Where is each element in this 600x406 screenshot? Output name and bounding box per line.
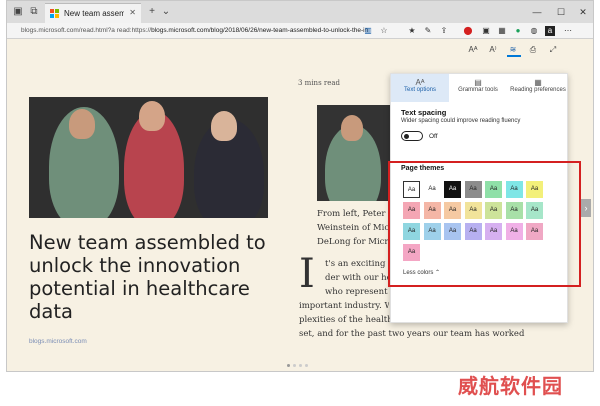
highlight-box (388, 161, 581, 287)
body-line: who represent so (325, 287, 389, 297)
tab-label: Grammar tools (458, 87, 498, 93)
article-photo (29, 97, 268, 218)
extension-page-icon[interactable]: ▦ (497, 26, 507, 36)
settings-more-icon[interactable]: ⋯ (563, 26, 573, 36)
caption-line: From left, Peter Le (317, 209, 397, 219)
fullscreen-icon[interactable]: ⤢ (547, 44, 559, 56)
tab-list-chevron-icon[interactable]: ⌄ (159, 5, 173, 19)
browser-tab[interactable]: New team assembled to unlock ✕ (45, 3, 141, 23)
tab-label: Reading preferences (510, 87, 566, 93)
pen-icon[interactable]: ✎ (423, 26, 433, 36)
toggle-knob (404, 133, 409, 139)
back-tabs-icon[interactable]: ⧉ (27, 5, 41, 19)
close-tab-icon[interactable]: ✕ (129, 8, 136, 17)
body-line: t's an exciting tim (325, 259, 389, 269)
tab-label: Text options (403, 87, 437, 93)
page-indicator (287, 354, 311, 371)
article-headline: New team assembled to unlock the innovat… (29, 231, 266, 323)
read-label: read:https:// (116, 27, 152, 34)
tab-title: New team assembled to unlock (64, 9, 124, 18)
minimize-icon[interactable]: — (527, 5, 547, 19)
read-time: 3 mins read (298, 79, 341, 87)
url-prefix: blogs.microsoft.com/read.html?a (21, 27, 115, 34)
browser-window: ▣ ⧉ New team assembled to unlock ✕ + ⌄ —… (6, 0, 594, 372)
tab-preview-icon[interactable]: ▣ (11, 5, 25, 19)
text-spacing-title: Text spacing (401, 108, 447, 117)
url-main: blogs.microsoft.com/blog/2018/06/26/new-… (151, 27, 369, 34)
tab-grammar-tools[interactable]: ▤ Grammar tools (449, 74, 507, 102)
watermark: 威航软件园 (458, 374, 563, 398)
toggle-state-label: Off (429, 133, 438, 140)
text-spacing-description: Wider spacing could improve reading flue… (401, 118, 521, 124)
title-bar: ▣ ⧉ New team assembled to unlock ✕ + ⌄ —… (7, 1, 593, 23)
body-line: important industry. We (299, 301, 389, 311)
article-photo-secondary (317, 105, 397, 201)
maximize-icon[interactable]: ☐ (551, 5, 571, 19)
reading-toolbar: Aᴬ A⁾ ≋ ⎙ ⤢ (7, 39, 593, 61)
address-bar[interactable]: blogs.microsoft.com/read.html?a read:htt… (7, 23, 593, 39)
favorite-star-icon[interactable]: ☆ (379, 26, 389, 36)
close-window-icon[interactable]: ✕ (573, 5, 593, 19)
text-options-icon: Aᴬ (415, 78, 425, 87)
drop-cap: I (299, 251, 315, 297)
favorites-icon[interactable]: ★ (407, 26, 417, 36)
extension-globe-icon[interactable]: ◍ (529, 26, 539, 36)
new-tab-icon[interactable]: + (145, 5, 159, 19)
article-source[interactable]: blogs.microsoft.com (29, 338, 87, 345)
body-line: der with our heal (325, 273, 389, 283)
microsoft-logo-icon (50, 9, 60, 19)
text-spacing-toggle[interactable] (401, 131, 423, 141)
tab-text-options[interactable]: Aᴬ Text options (391, 74, 449, 102)
tab-reading-preferences[interactable]: ▦ Reading preferences (507, 74, 569, 102)
print-icon[interactable]: ⎙ (527, 44, 539, 56)
grammar-tools-icon: ▤ (474, 78, 482, 87)
text-size-icon[interactable]: Aᴬ (467, 44, 479, 56)
share-icon[interactable]: ⇪ (439, 26, 449, 36)
read-aloud-icon[interactable]: A⁾ (487, 44, 499, 56)
extension-lock-icon[interactable]: ▣ (481, 26, 491, 36)
active-tool-indicator (507, 55, 521, 57)
reading-preferences-icon: ▦ (534, 78, 542, 87)
caption-line: Weinstein of Micr (317, 223, 394, 233)
photo-caption: From left, Peter Le Weinstein of Micr De… (317, 207, 397, 249)
caption-line: DeLong for Micros (317, 237, 397, 247)
body-line: set, and for the past two years our team… (299, 329, 525, 339)
next-page-arrow-icon[interactable]: › (581, 199, 591, 217)
extension-amazon-icon[interactable]: a (545, 26, 555, 36)
url-text[interactable]: blogs.microsoft.com/read.html?a read:htt… (21, 27, 373, 34)
extension-grammarly-icon[interactable]: ● (513, 26, 523, 36)
extension-block-icon[interactable]: ⬤ (463, 26, 473, 36)
reading-view-icon[interactable]: ▥ (363, 26, 373, 36)
